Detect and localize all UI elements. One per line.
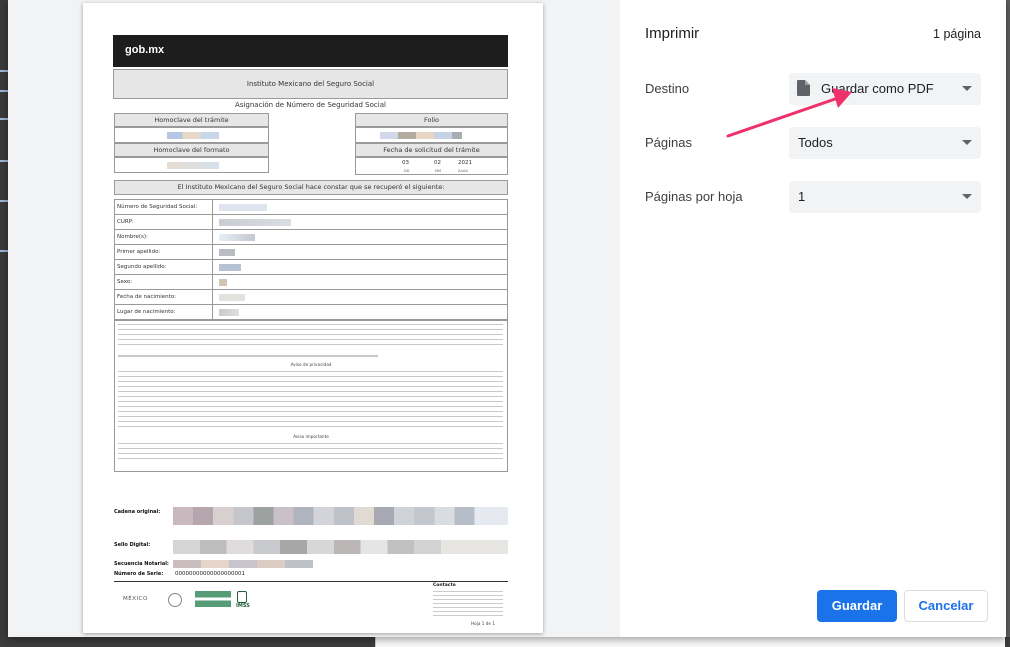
- annotation-arrow-icon: [726, 88, 852, 138]
- field-row-nss: Número de Seguridad Social:: [115, 200, 507, 215]
- destination-label: Destino: [645, 81, 690, 96]
- aviso-importante-heading: Aviso importante: [293, 434, 329, 439]
- infonavit-logo-icon: [195, 591, 231, 607]
- pdf-page-preview: gob.mx Instituto Mexicano del Seguro Soc…: [83, 3, 543, 633]
- date-dd-label: DD: [404, 169, 410, 173]
- field-label: Segundo apellido:: [117, 264, 167, 270]
- fecha-solicitud-value: 03 02 2021 DD MM AAAA: [355, 157, 508, 175]
- homoclave-formato-value: [114, 157, 269, 173]
- background-app-strip: [0, 0, 8, 647]
- field-label: Número de Seguridad Social:: [117, 204, 198, 210]
- homoclave-formato-label: Homoclave del formato: [114, 143, 269, 157]
- gob-mx-logo: gob.mx: [113, 35, 508, 67]
- chevron-down-icon: [962, 140, 972, 145]
- chevron-down-icon: [962, 86, 972, 91]
- date-month: 02: [434, 160, 441, 166]
- dialog-title: Imprimir: [645, 25, 700, 42]
- aviso-privacidad-heading: Aviso de privacidad: [290, 362, 332, 367]
- date-aaaa-label: AAAA: [458, 169, 468, 173]
- field-label: Sexo:: [117, 279, 133, 285]
- institute-heading: Instituto Mexicano del Seguro Social: [113, 69, 508, 99]
- folio-value: [355, 127, 508, 143]
- field-label: Nombre(s):: [117, 234, 148, 240]
- field-row-lugar-nacimiento: Lugar de nacimiento:: [115, 305, 507, 320]
- homoclave-tramite-label: Homoclave del trámite: [114, 113, 269, 127]
- numero-serie-value: 00000000000000000001: [175, 571, 245, 577]
- pages-label: Páginas: [645, 135, 692, 150]
- print-preview-area[interactable]: gob.mx Instituto Mexicano del Seguro Soc…: [8, 0, 620, 637]
- imss-logo-icon: [237, 591, 247, 603]
- sello-digital-label: Sello Digital:: [114, 542, 151, 548]
- field-row-sexo: Sexo:: [115, 275, 507, 290]
- save-button[interactable]: Guardar: [817, 590, 897, 622]
- page-number: Hoja 1 de 1: [471, 621, 495, 626]
- field-row-curp: CURP:: [115, 215, 507, 230]
- date-year: 2021: [458, 160, 472, 166]
- contacto-heading: Contacto: [433, 583, 456, 588]
- pages-per-sheet-value: 1: [798, 189, 806, 204]
- legal-text-block: Aviso de privacidad Aviso importante: [114, 320, 508, 472]
- pages-per-sheet-select[interactable]: 1: [789, 181, 981, 213]
- field-label: CURP:: [117, 219, 134, 225]
- constancia-heading: El Instituto Mexicano del Seguro Social …: [114, 180, 508, 195]
- document-subtitle: Asignación de Número de Seguridad Social: [235, 101, 386, 109]
- mexico-seal-icon: [168, 593, 182, 607]
- footer-mexico-logo: MÉXICO: [123, 596, 148, 602]
- date-mm-label: MM: [435, 169, 442, 173]
- homoclave-tramite-value: [114, 127, 269, 143]
- date-day: 03: [402, 160, 409, 166]
- fecha-solicitud-label: Fecha de solicitud del trámite: [355, 143, 508, 157]
- field-row-primer-apellido: Primer apellido:: [115, 245, 507, 260]
- folio-label: Folio: [355, 113, 508, 127]
- field-row-segundo-apellido: Segundo apellido:: [115, 260, 507, 275]
- field-row-fecha-nacimiento: Fecha de nacimiento:: [115, 290, 507, 305]
- cadena-original-label: Cadena original:: [114, 509, 161, 515]
- field-row-nombre: Nombre(s):: [115, 230, 507, 245]
- contacto-text: [433, 591, 503, 617]
- chevron-down-icon: [962, 194, 972, 199]
- cancel-button[interactable]: Cancelar: [904, 590, 988, 622]
- footer-divider: [114, 581, 508, 582]
- page-count: 1 página: [933, 27, 981, 41]
- background-window: [0, 637, 1010, 647]
- pages-per-sheet-label: Páginas por hoja: [645, 189, 743, 204]
- numero-serie-label: Número de Serie:: [114, 571, 164, 577]
- field-label: Primer apellido:: [117, 249, 161, 255]
- field-label: Fecha de nacimiento:: [117, 294, 177, 300]
- footer-imss-logo: IMSS: [236, 603, 250, 609]
- secuencia-notarial-label: Secuencia Notarial:: [114, 561, 169, 567]
- field-label: Lugar de nacimiento:: [117, 309, 176, 315]
